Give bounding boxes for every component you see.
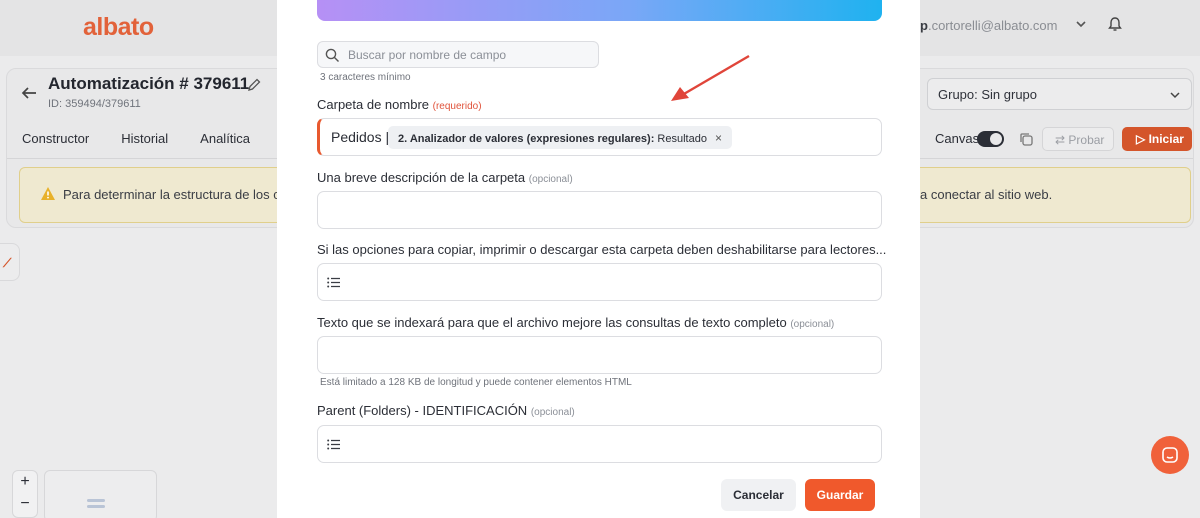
pencil-icon[interactable] xyxy=(247,78,261,92)
test-button[interactable]: ⇄ Probar xyxy=(1042,127,1114,151)
chat-icon xyxy=(1162,447,1178,463)
modal-header-banner xyxy=(317,0,882,21)
list-icon xyxy=(327,277,340,288)
field-helper-text: Está limitado a 128 KB de longitud y pue… xyxy=(320,377,632,388)
optional-tag: (opcional) xyxy=(528,174,573,185)
chat-button[interactable] xyxy=(1151,436,1189,474)
canvas-label: Canvas xyxy=(935,131,980,146)
group-select-value: Grupo: Sin grupo xyxy=(938,87,1038,102)
folder-name-field[interactable]: Pedidos | 2. Analizador de valores (expr… xyxy=(317,118,882,156)
disable-copy-select[interactable] xyxy=(317,263,882,301)
parent-folder-select[interactable] xyxy=(317,425,882,463)
chip-remove-icon[interactable]: × xyxy=(715,131,722,145)
search-input[interactable] xyxy=(348,46,588,64)
list-icon xyxy=(327,439,340,450)
search-icon xyxy=(325,48,339,62)
cancel-button[interactable]: Cancelar xyxy=(721,479,796,511)
field-value: Pedidos | xyxy=(331,129,390,145)
automation-id: ID: 359494/379611 xyxy=(48,98,141,110)
field-label: Texto que se indexará para que el archiv… xyxy=(317,315,835,330)
warning-icon xyxy=(41,187,55,200)
optional-tag: (opcional) xyxy=(530,407,575,418)
variable-chip[interactable]: 2. Analizador de valores (expresiones re… xyxy=(388,126,732,149)
field-label: Carpeta de nombre (requerido) xyxy=(317,97,482,112)
field-settings-modal: 3 caracteres mínimo Carpeta de nombre (r… xyxy=(277,0,920,518)
minimap[interactable] xyxy=(44,470,157,518)
optional-tag: (opcional) xyxy=(790,319,835,330)
annotation-arrow xyxy=(671,54,750,101)
save-button[interactable]: Guardar xyxy=(805,479,875,511)
tab-analitica[interactable]: Analítica xyxy=(200,131,250,146)
automation-tabs: Constructor Historial Analítica xyxy=(22,131,250,146)
group-select[interactable]: Grupo: Sin grupo xyxy=(927,78,1192,110)
zoom-in-button[interactable]: + xyxy=(13,471,37,493)
field-label: Una breve descripción de la carpeta (opc… xyxy=(317,170,573,185)
start-button[interactable]: ▷ Iniciar xyxy=(1122,127,1192,151)
warning-text: Para determinar la estructura de los c xyxy=(63,187,280,202)
field-label: Si las opciones para copiar, imprimir o … xyxy=(317,242,887,257)
chevron-down-icon[interactable] xyxy=(1074,17,1088,31)
index-text-field[interactable] xyxy=(317,336,882,374)
search-hint: 3 caracteres mínimo xyxy=(320,72,411,83)
back-arrow-icon[interactable] xyxy=(20,84,38,102)
field-search xyxy=(317,41,599,68)
chart-icon: ⟋ xyxy=(3,256,12,270)
side-panel-tab[interactable]: ⟋ xyxy=(0,243,20,281)
chevron-down-icon xyxy=(1170,92,1180,99)
automation-title: Automatización # 379611 xyxy=(48,74,250,93)
user-email[interactable]: p.cortorelli@albato.com xyxy=(920,18,1057,33)
tab-historial[interactable]: Historial xyxy=(121,131,168,146)
warning-text: a conectar al sitio web. xyxy=(920,187,1053,202)
minimap-node xyxy=(87,499,105,502)
tab-constructor[interactable]: Constructor xyxy=(22,131,89,146)
field-label: Parent (Folders) - IDENTIFICACIÓN (opcio… xyxy=(317,403,575,418)
bell-icon[interactable] xyxy=(1108,16,1122,32)
canvas-toggle[interactable] xyxy=(977,131,1004,147)
copy-icon[interactable] xyxy=(1018,131,1034,147)
zoom-out-button[interactable]: − xyxy=(13,493,37,515)
albato-logo[interactable]: albato xyxy=(83,13,154,42)
zoom-controls: + − xyxy=(12,470,38,518)
description-field[interactable] xyxy=(317,191,882,229)
required-tag: (requerido) xyxy=(432,101,482,112)
